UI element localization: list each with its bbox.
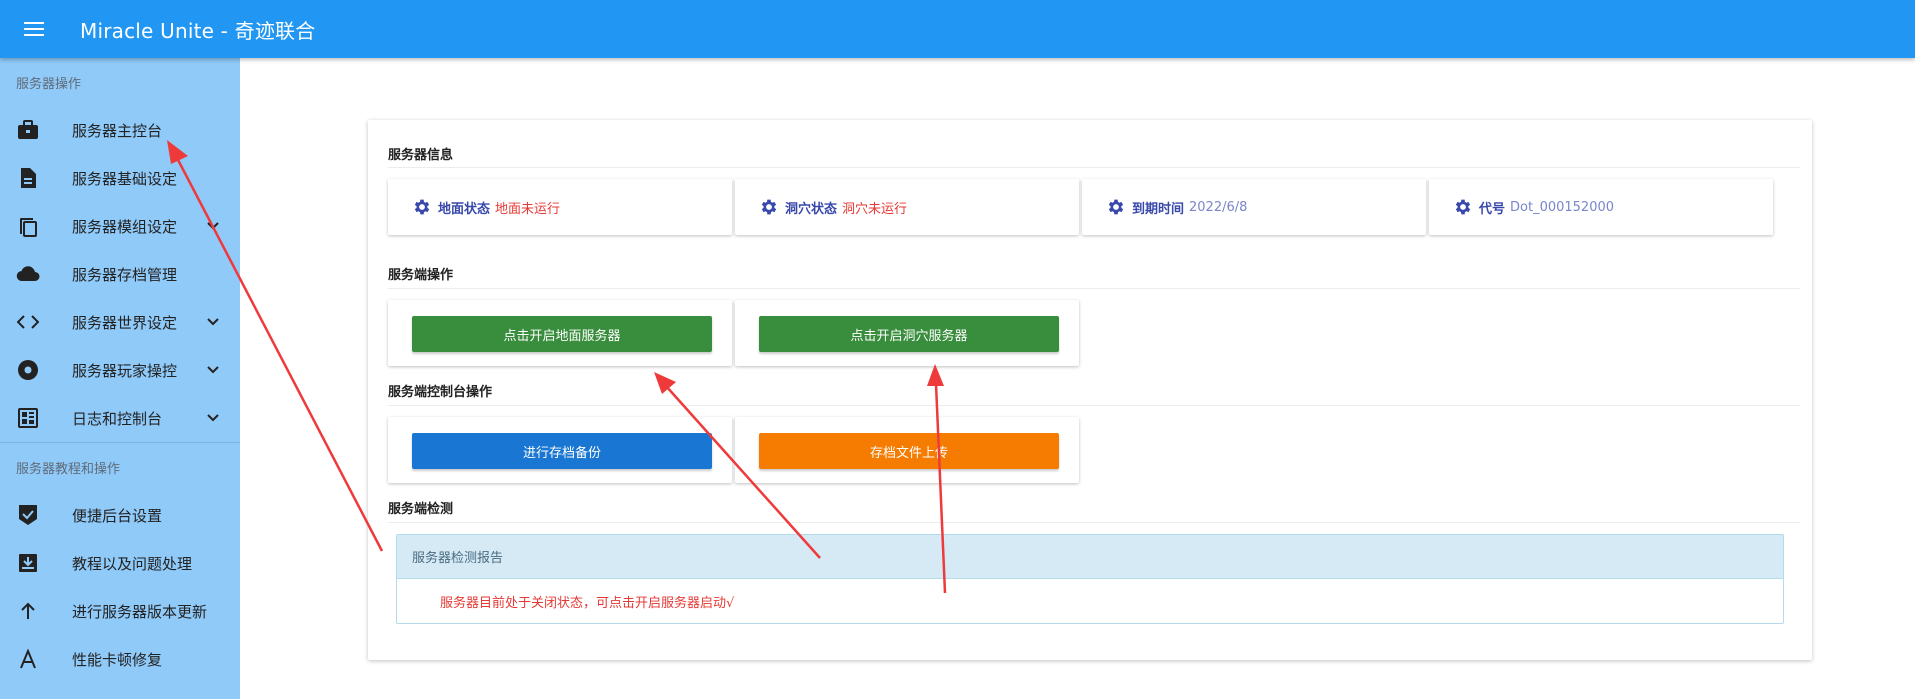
sidebar-section-heading: 服务器操作 [16,76,82,92]
sidebar-item-player-control[interactable]: 服务器玩家操控 [0,346,240,394]
detection-title: 服务端检测 [388,502,454,517]
briefcase-icon [16,118,40,142]
sidebar-item-tutorials[interactable]: 教程以及问题处理 [0,539,240,587]
sidebar-item-performance-fix[interactable]: 性能卡顿修复 [0,635,240,683]
app-title: Miracle Unite - 奇迹联合 [80,18,316,43]
info-key: 地面状态 [438,201,491,217]
report-title: 服务器检测报告 [397,535,1783,579]
menu-button[interactable] [18,13,50,45]
chevron-down-icon [207,222,219,230]
section-divider [388,288,1800,289]
sidebar-item-basic-settings[interactable]: 服务器基础设定 [0,154,240,202]
surface-status-tile: 地面状态 地面未运行 [388,179,732,235]
info-key: 代号 [1479,201,1506,217]
sidebar-item-label: 服务器主控台 [72,121,163,140]
backup-button[interactable]: 进行存档备份 [412,433,712,469]
sidebar-item-label: 日志和控制台 [72,409,163,428]
start-caves-button[interactable]: 点击开启洞穴服务器 [759,316,1059,352]
chevron-down-icon [207,414,219,422]
gear-icon [414,199,430,215]
sidebar-item-label: 服务器存档管理 [72,265,178,284]
dashboard-card: 服务器信息 地面状态 地面未运行 洞穴状态 洞穴未运行 到期时间 2022/6/… [368,120,1812,660]
detection-report: 服务器检测报告 服务器目前处于关闭状态，可点击开启服务器启动√ [396,534,1784,624]
section-divider [388,522,1800,523]
sidebar: 服务器操作 服务器主控台 服务器基础设定 服务器模组设定 服务器存档管理 服务器… [0,58,240,699]
code-icon [16,310,40,334]
code-tile: 代号 Dot_000152000 [1429,179,1773,235]
sidebar-item-mod-settings[interactable]: 服务器模组设定 [0,202,240,250]
sidebar-item-label: 进行服务器版本更新 [72,602,208,621]
report-message: 服务器目前处于关闭状态，可点击开启服务器启动√ [440,595,735,611]
sidebar-item-label: 性能卡顿修复 [72,650,163,669]
start-surface-button[interactable]: 点击开启地面服务器 [412,316,712,352]
server-ops-title: 服务端操作 [388,268,454,283]
caves-status-value: 洞穴未运行 [842,201,908,217]
sidebar-item-label: 教程以及问题处理 [72,554,193,573]
dashboard-icon [16,406,40,430]
cloud-icon [16,262,40,286]
sidebar-item-quick-backend[interactable]: 便捷后台设置 [0,491,240,539]
expiry-tile: 到期时间 2022/6/8 [1082,179,1426,235]
chevron-down-icon [207,318,219,326]
upload-tile: 存档文件上传 [735,417,1079,483]
console-ops-title: 服务端控制台操作 [388,385,493,400]
arrow-up-icon [16,599,40,623]
caves-status-tile: 洞穴状态 洞穴未运行 [735,179,1079,235]
info-key: 到期时间 [1132,201,1185,217]
hamburger-icon [24,22,44,36]
chevron-down-icon [207,366,219,374]
start-caves-tile: 点击开启洞穴服务器 [735,300,1079,366]
app-bar: Miracle Unite - 奇迹联合 [0,0,1915,58]
sidebar-section-heading: 服务器教程和操作 [16,461,121,477]
sidebar-item-label: 便捷后台设置 [72,506,163,525]
record-icon [16,358,40,382]
gear-icon [1108,199,1124,215]
backup-tile: 进行存档备份 [388,417,732,483]
upload-button[interactable]: 存档文件上传 [759,433,1059,469]
sidebar-item-save-management[interactable]: 服务器存档管理 [0,250,240,298]
sidebar-item-label: 服务器基础设定 [72,169,178,188]
code-value: Dot_000152000 [1510,199,1615,215]
inbox-icon [16,551,40,575]
sidebar-item-world-settings[interactable]: 服务器世界设定 [0,298,240,346]
sidebar-item-console[interactable]: 服务器主控台 [0,106,240,154]
server-info-title: 服务器信息 [388,148,454,163]
sidebar-item-logs-console[interactable]: 日志和控制台 [0,394,240,442]
gear-icon [1455,199,1471,215]
expiry-value: 2022/6/8 [1189,199,1248,215]
sidebar-item-label: 服务器世界设定 [72,313,178,332]
gear-icon [761,199,777,215]
sidebar-item-label: 服务器玩家操控 [72,361,178,380]
sidebar-item-label: 服务器模组设定 [72,217,178,236]
copy-icon [16,214,40,238]
section-divider [388,167,1800,168]
sidebar-item-version-update[interactable]: 进行服务器版本更新 [0,587,240,635]
verified-icon [16,503,40,527]
font-a-icon [16,647,40,671]
start-surface-tile: 点击开启地面服务器 [388,300,732,366]
surface-status-value: 地面未运行 [495,201,561,217]
info-key: 洞穴状态 [785,201,838,217]
document-icon [16,166,40,190]
section-divider [388,405,1800,406]
